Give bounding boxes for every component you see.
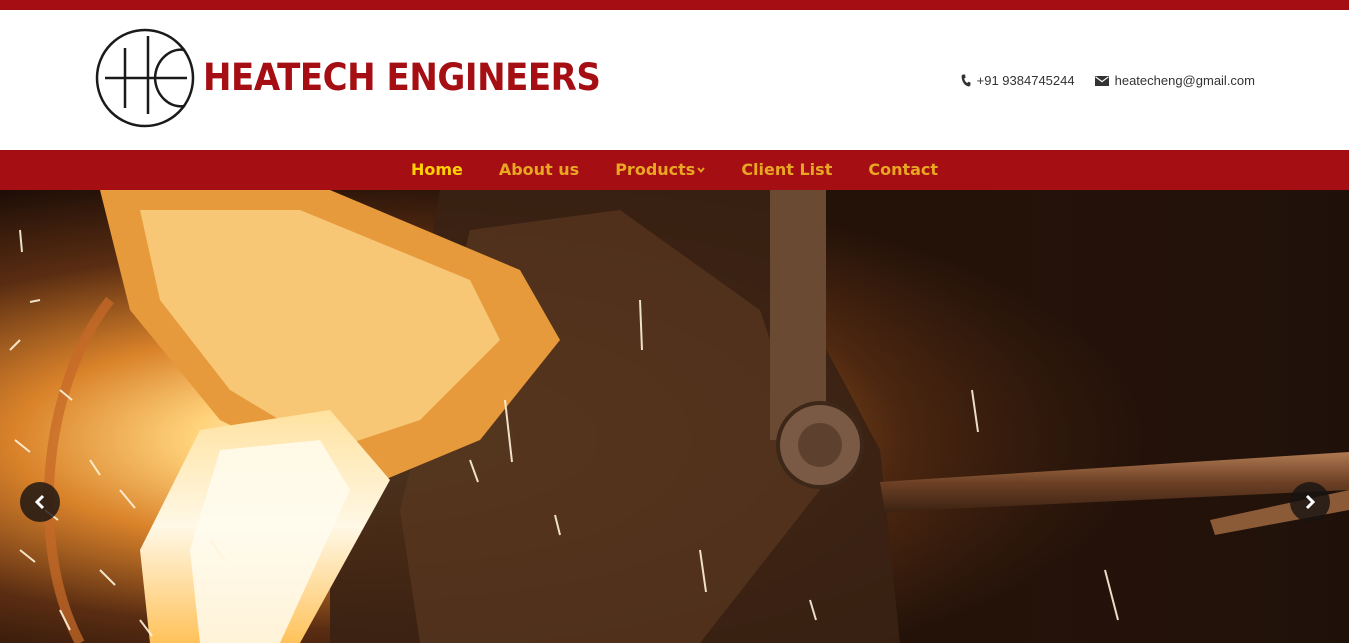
chevron-down-icon <box>697 167 705 173</box>
nav-item-label: About us <box>498 160 580 179</box>
envelope-icon <box>1094 75 1109 86</box>
nav-item-label: Contact <box>868 160 939 179</box>
top-accent-bar <box>0 0 1349 10</box>
logo-link[interactable] <box>95 28 195 128</box>
nav-item-label: Products <box>615 160 696 179</box>
nav-item-label: Home <box>410 160 463 179</box>
nav-item-contact[interactable]: Contact <box>850 150 956 190</box>
email-address: heatecheng@gmail.com <box>1114 73 1255 88</box>
phone-number: +91 9384745244 <box>976 73 1075 88</box>
contact-info: +91 9384745244 heatecheng@gmail.com <box>961 73 1255 88</box>
nav-item-client-list[interactable]: Client List <box>723 150 850 190</box>
email-contact[interactable]: heatecheng@gmail.com <box>1094 73 1255 88</box>
nav-item-products[interactable]: Products <box>597 150 723 190</box>
hero-slider <box>0 190 1349 643</box>
nav-item-home[interactable]: Home <box>393 150 481 190</box>
hero-image-molten-metal <box>0 190 1349 643</box>
main-nav: Home About us Products Client List Conta… <box>0 150 1349 190</box>
carousel-next-button[interactable] <box>1290 482 1330 522</box>
chevron-left-icon <box>34 494 45 510</box>
carousel-prev-button[interactable] <box>20 482 60 522</box>
phone-icon <box>961 74 971 87</box>
nav-item-label: Client List <box>741 160 833 179</box>
chevron-right-icon <box>1305 494 1316 510</box>
site-header: HEATECH ENGINEERS +91 9384745244 heatech… <box>0 10 1349 150</box>
nav-item-about-us[interactable]: About us <box>481 150 597 190</box>
nav-list: Home About us Products Client List Conta… <box>0 150 1349 190</box>
he-monogram-icon <box>95 28 195 128</box>
brand-name[interactable]: HEATECH ENGINEERS <box>203 56 601 99</box>
phone-contact[interactable]: +91 9384745244 <box>961 73 1075 88</box>
